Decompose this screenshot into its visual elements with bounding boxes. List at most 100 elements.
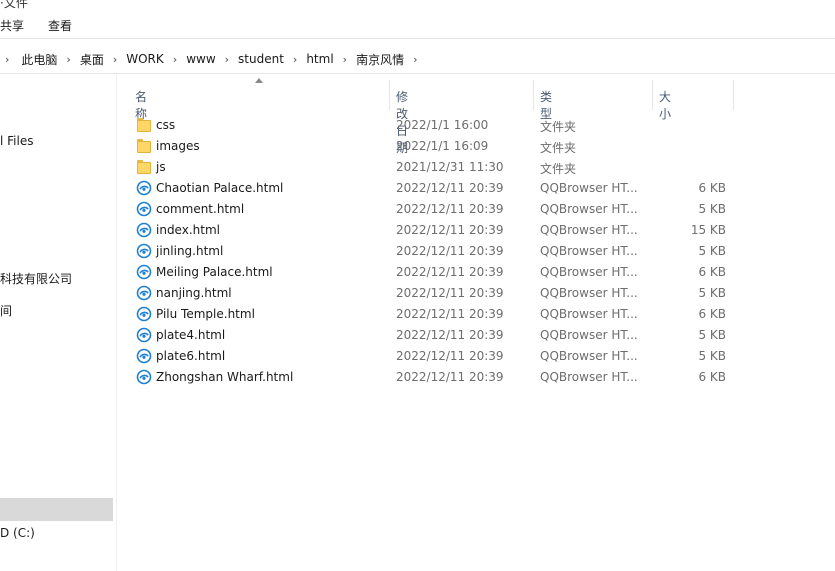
file-name: Pilu Temple.html (156, 307, 255, 321)
html-file-icon (136, 243, 152, 259)
breadcrumb-www[interactable]: www (186, 52, 215, 66)
list-item[interactable]: nanjing.html 2022/12/11 20:39 QQBrowser … (133, 283, 733, 304)
file-date: 2021/12/31 11:30 (396, 160, 504, 174)
file-name: js (156, 160, 166, 174)
file-name: Meiling Palace.html (156, 265, 273, 279)
address-bar[interactable]: › 此电脑 › 桌面 › WORK › www › student › html… (0, 45, 835, 73)
ribbon: 共享 查看 (0, 0, 835, 38)
html-file-icon (136, 201, 152, 217)
file-type: QQBrowser HT... (540, 223, 638, 237)
file-date: 2022/12/11 20:39 (396, 349, 504, 363)
list-item[interactable]: jinling.html 2022/12/11 20:39 QQBrowser … (133, 241, 733, 262)
navigation-pane (0, 74, 116, 571)
breadcrumb-desktop[interactable]: 桌面 (80, 51, 104, 68)
folder-icon (137, 160, 151, 174)
file-date: 2022/12/11 20:39 (396, 328, 504, 342)
folder-icon (137, 118, 151, 132)
list-item[interactable]: Meiling Palace.html 2022/12/11 20:39 QQB… (133, 262, 733, 283)
column-divider[interactable] (652, 80, 653, 110)
list-item[interactable]: Chaotian Palace.html 2022/12/11 20:39 QQ… (133, 178, 733, 199)
html-file-icon (136, 327, 152, 343)
breadcrumb-work[interactable]: WORK (126, 52, 164, 66)
list-item[interactable]: plate4.html 2022/12/11 20:39 QQBrowser H… (133, 325, 733, 346)
list-item[interactable]: Pilu Temple.html 2022/12/11 20:39 QQBrow… (133, 304, 733, 325)
breadcrumb-html[interactable]: html (306, 52, 333, 66)
file-type: QQBrowser HT... (540, 181, 638, 195)
list-item[interactable]: plate6.html 2022/12/11 20:39 QQBrowser H… (133, 346, 733, 367)
column-divider[interactable] (733, 80, 734, 110)
file-type: QQBrowser HT... (540, 370, 638, 384)
column-divider[interactable] (533, 80, 534, 110)
list-item[interactable]: Zhongshan Wharf.html 2022/12/11 20:39 QQ… (133, 367, 733, 388)
breadcrumb: › 此电脑 › 桌面 › WORK › www › student › html… (0, 45, 427, 73)
address-divider (0, 73, 835, 74)
chevron-right-icon[interactable]: › (66, 53, 70, 66)
chevron-right-icon[interactable]: › (173, 53, 177, 66)
file-date: 2022/1/1 16:00 (396, 118, 489, 132)
file-name: jinling.html (156, 244, 224, 258)
file-size: 5 KB (698, 349, 726, 363)
file-size: 5 KB (698, 286, 726, 300)
file-type: QQBrowser HT... (540, 328, 638, 342)
file-name: images (156, 139, 200, 153)
file-date: 2022/12/11 20:39 (396, 370, 504, 384)
html-file-icon (136, 369, 152, 385)
nav-item-time[interactable]: 间 (0, 302, 12, 319)
file-name: index.html (156, 223, 220, 237)
file-type: 文件夹 (540, 141, 577, 155)
file-name: comment.html (156, 202, 245, 216)
list-item[interactable]: css 2022/1/1 16:00 文件夹 (133, 115, 733, 136)
chevron-right-icon[interactable]: › (113, 53, 117, 66)
ribbon-tab-share[interactable]: 共享 (0, 17, 24, 34)
file-type: QQBrowser HT... (540, 307, 638, 321)
breadcrumb-student[interactable]: student (238, 52, 284, 66)
file-name: Zhongshan Wharf.html (156, 370, 294, 384)
chevron-right-icon[interactable]: › (5, 53, 9, 66)
breadcrumb-current-folder[interactable]: 南京风情 (356, 51, 404, 68)
navigation-pane-border (116, 74, 117, 571)
file-type: QQBrowser HT... (540, 286, 638, 300)
nav-item-company[interactable]: 科技有限公司 (0, 270, 72, 287)
file-size: 6 KB (698, 307, 726, 321)
nav-item-selected[interactable] (0, 498, 113, 521)
chevron-right-icon[interactable]: › (343, 53, 347, 66)
html-file-icon (136, 222, 152, 238)
file-date: 2022/12/11 20:39 (396, 223, 504, 237)
html-file-icon (136, 306, 152, 322)
file-date: 2022/12/11 20:39 (396, 202, 504, 216)
file-date: 2022/1/1 16:09 (396, 139, 489, 153)
file-type: QQBrowser HT... (540, 202, 638, 216)
file-size: 5 KB (698, 202, 726, 216)
file-name: plate6.html (156, 349, 226, 363)
list-item[interactable]: index.html 2022/12/11 20:39 QQBrowser HT… (133, 220, 733, 241)
list-item[interactable]: js 2021/12/31 11:30 文件夹 (133, 157, 733, 178)
chevron-right-icon[interactable]: › (225, 53, 229, 66)
file-date: 2022/12/11 20:39 (396, 265, 504, 279)
html-file-icon (136, 264, 152, 280)
ribbon-tab-view[interactable]: 查看 (48, 17, 72, 34)
file-type: 文件夹 (540, 120, 577, 134)
html-file-icon (136, 285, 152, 301)
file-date: 2022/12/11 20:39 (396, 244, 504, 258)
list-item[interactable]: images 2022/1/1 16:09 文件夹 (133, 136, 733, 157)
breadcrumb-this-pc[interactable]: 此电脑 (21, 51, 57, 68)
file-type: QQBrowser HT... (540, 265, 638, 279)
file-size: 6 KB (698, 181, 726, 195)
sort-ascending-icon (255, 78, 263, 83)
ribbon-divider (0, 38, 835, 39)
chevron-right-icon[interactable]: › (413, 53, 417, 66)
file-name: plate4.html (156, 328, 226, 342)
file-size: 6 KB (698, 370, 726, 384)
nav-item-drive-c[interactable]: D (C:) (0, 526, 35, 540)
nav-item-files[interactable]: l Files (0, 134, 33, 148)
file-name: Chaotian Palace.html (156, 181, 284, 195)
html-file-icon (136, 348, 152, 364)
file-name: nanjing.html (156, 286, 232, 300)
chevron-right-icon[interactable]: › (293, 53, 297, 66)
list-item[interactable]: comment.html 2022/12/11 20:39 QQBrowser … (133, 199, 733, 220)
column-divider[interactable] (389, 80, 390, 110)
file-date: 2022/12/11 20:39 (396, 286, 504, 300)
file-type: 文件夹 (540, 162, 577, 176)
file-type: QQBrowser HT... (540, 349, 638, 363)
file-size: 5 KB (698, 244, 726, 258)
